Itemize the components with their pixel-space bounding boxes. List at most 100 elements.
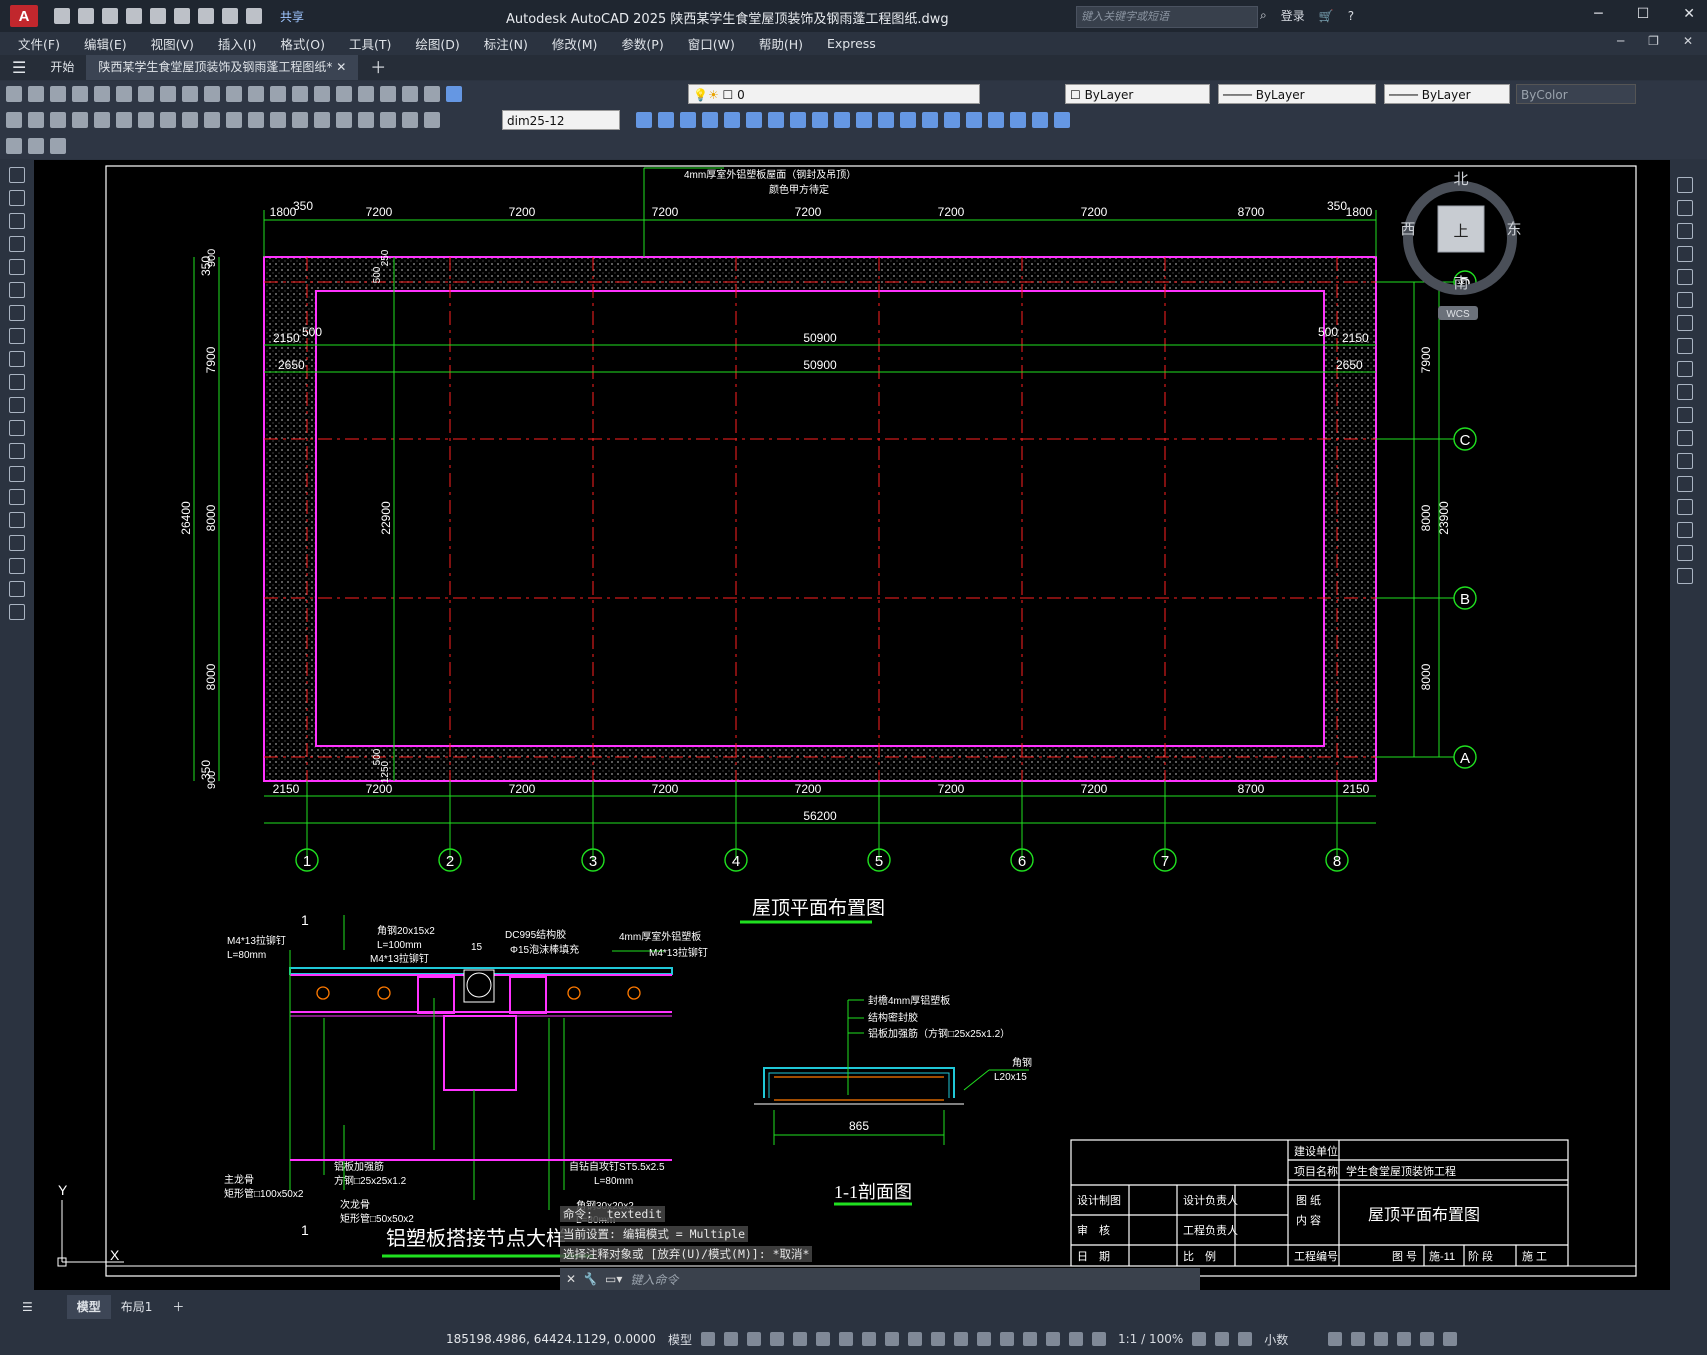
trim-icon[interactable]	[1677, 384, 1693, 400]
doc-minimize-icon[interactable]: ─	[1617, 34, 1624, 48]
extra-tool-icon-3[interactable]	[50, 138, 66, 154]
modify-icon-16[interactable]	[1032, 112, 1048, 128]
viewcube[interactable]: 上 北 南 东 西 WCS	[1400, 171, 1522, 320]
copy-object-icon[interactable]	[1677, 200, 1693, 216]
modify-icon-13[interactable]	[966, 112, 982, 128]
viewcube-top[interactable]: 上	[1453, 223, 1468, 240]
gizmo-icon[interactable]	[1045, 1332, 1060, 1346]
dim-diameter-icon[interactable]	[138, 112, 154, 128]
join-icon[interactable]	[1677, 476, 1693, 492]
viewcube-east[interactable]: 东	[1506, 221, 1521, 238]
units-dropdown[interactable]: 小数	[1264, 1331, 1288, 1348]
menu-file[interactable]: 文件(F)	[18, 34, 60, 53]
command-line[interactable]: ✕ 🔧 ▭▾ 键入命令	[560, 1268, 1200, 1290]
jogged-linear-icon[interactable]	[358, 112, 374, 128]
cart-icon[interactable]: 🛒	[1319, 9, 1334, 23]
viewcube-west[interactable]: 西	[1400, 221, 1415, 238]
dynamic-input-icon[interactable]	[769, 1332, 784, 1346]
color-dropdown[interactable]: ☐ ByLayer	[1065, 84, 1210, 104]
dim-aligned-icon[interactable]	[28, 112, 44, 128]
new-icon[interactable]	[54, 8, 70, 24]
dim-arc-icon[interactable]	[50, 112, 66, 128]
help-icon[interactable]: ?	[1348, 9, 1354, 23]
dynamic-ucs-icon[interactable]	[999, 1332, 1014, 1346]
ungroup-icon[interactable]	[658, 112, 674, 128]
designcenter-icon[interactable]	[358, 86, 374, 102]
properties-icon[interactable]	[336, 86, 352, 102]
lineweight-icon[interactable]	[907, 1332, 922, 1346]
pan-icon[interactable]	[270, 86, 286, 102]
dim-space-icon[interactable]	[248, 112, 264, 128]
extra-tool-icon-2[interactable]	[28, 138, 44, 154]
undo-icon[interactable]	[226, 86, 242, 102]
infer-icon[interactable]	[746, 1332, 761, 1346]
modify-icon-8[interactable]	[856, 112, 872, 128]
3d-osnap-icon[interactable]	[976, 1332, 991, 1346]
maximize-icon[interactable]: ☐	[1637, 6, 1650, 22]
polar-icon[interactable]	[815, 1332, 830, 1346]
modify-icon-2[interactable]	[724, 112, 740, 128]
tab-model[interactable]: 模型	[66, 1295, 111, 1319]
scale-icon[interactable]	[1677, 338, 1693, 354]
clean-screen-icon[interactable]	[1420, 1332, 1435, 1346]
new-icon[interactable]	[6, 86, 22, 102]
tab-document[interactable]: 陕西某学生食堂屋顶装饰及钢雨蓬工程图纸* ✕	[86, 55, 359, 80]
viewcube-south[interactable]: 南	[1453, 275, 1468, 292]
model-space-button[interactable]: 模型	[668, 1331, 692, 1348]
dim-angular-icon[interactable]	[160, 112, 176, 128]
lineweight-dropdown[interactable]: ──── ByLayer	[1384, 84, 1510, 104]
ortho-icon[interactable]	[792, 1332, 807, 1346]
erase-icon[interactable]	[1677, 177, 1693, 193]
dim-update-icon[interactable]	[424, 112, 440, 128]
selection-cycling-icon[interactable]	[953, 1332, 968, 1346]
make-block-icon[interactable]	[9, 443, 25, 459]
tolerance-icon[interactable]	[292, 112, 308, 128]
new-tab-icon[interactable]: ＋	[358, 55, 398, 80]
transparency-icon[interactable]	[930, 1332, 945, 1346]
polyline-icon[interactable]	[9, 213, 25, 229]
insert-block-icon[interactable]	[9, 420, 25, 436]
object-snap-tracking-icon[interactable]	[861, 1332, 876, 1346]
center-mark-icon[interactable]	[314, 112, 330, 128]
stretch-icon[interactable]	[1677, 361, 1693, 377]
modify-icon-9[interactable]	[878, 112, 894, 128]
dim-baseline-icon[interactable]	[204, 112, 220, 128]
dim-quick-icon[interactable]	[182, 112, 198, 128]
zoom-window-icon[interactable]	[314, 86, 330, 102]
add-selected-icon[interactable]	[9, 604, 25, 620]
modify-icon-1[interactable]	[702, 112, 718, 128]
quick-properties-icon[interactable]	[1328, 1332, 1343, 1346]
extra-tool-icon-1[interactable]	[6, 138, 22, 154]
redo-icon[interactable]	[246, 8, 262, 24]
workspace-gear-icon[interactable]	[1192, 1332, 1207, 1346]
menu-parameters[interactable]: 参数(P)	[621, 34, 663, 53]
modify-icon-10[interactable]	[900, 112, 916, 128]
copy-icon[interactable]	[160, 86, 176, 102]
mirror-icon[interactable]	[1677, 223, 1693, 239]
dim-ordinate-icon[interactable]	[72, 112, 88, 128]
menu-dimension[interactable]: 标注(N)	[484, 34, 528, 53]
modify-icon-17[interactable]	[1054, 112, 1070, 128]
calculator-icon[interactable]	[402, 86, 418, 102]
fillet-icon[interactable]	[1677, 522, 1693, 538]
chamfer-icon[interactable]	[1677, 499, 1693, 515]
search-input[interactable]: 键入关键字或短语	[1076, 6, 1258, 28]
isolate-objects-icon[interactable]	[1374, 1332, 1389, 1346]
dim-jogged-icon[interactable]	[116, 112, 132, 128]
menu-modify[interactable]: 修改(M)	[552, 34, 598, 53]
matchprop-icon[interactable]	[204, 86, 220, 102]
help-icon[interactable]	[424, 86, 440, 102]
layer-properties-icon[interactable]	[446, 86, 462, 102]
preview-icon[interactable]	[94, 86, 110, 102]
tab-close-icon[interactable]: ✕	[336, 60, 346, 74]
share-button[interactable]: 共享	[280, 8, 304, 25]
modify-icon-11[interactable]	[922, 112, 938, 128]
doc-restore-icon[interactable]: ❐	[1648, 34, 1659, 48]
add-layout-icon[interactable]: ＋	[162, 1295, 194, 1319]
save-icon[interactable]	[50, 86, 66, 102]
zoom-icon[interactable]	[292, 86, 308, 102]
menu-view[interactable]: 视图(V)	[151, 34, 194, 53]
snap-icon[interactable]	[723, 1332, 738, 1346]
menu-express[interactable]: Express	[827, 36, 876, 51]
dim-break-icon[interactable]	[270, 112, 286, 128]
